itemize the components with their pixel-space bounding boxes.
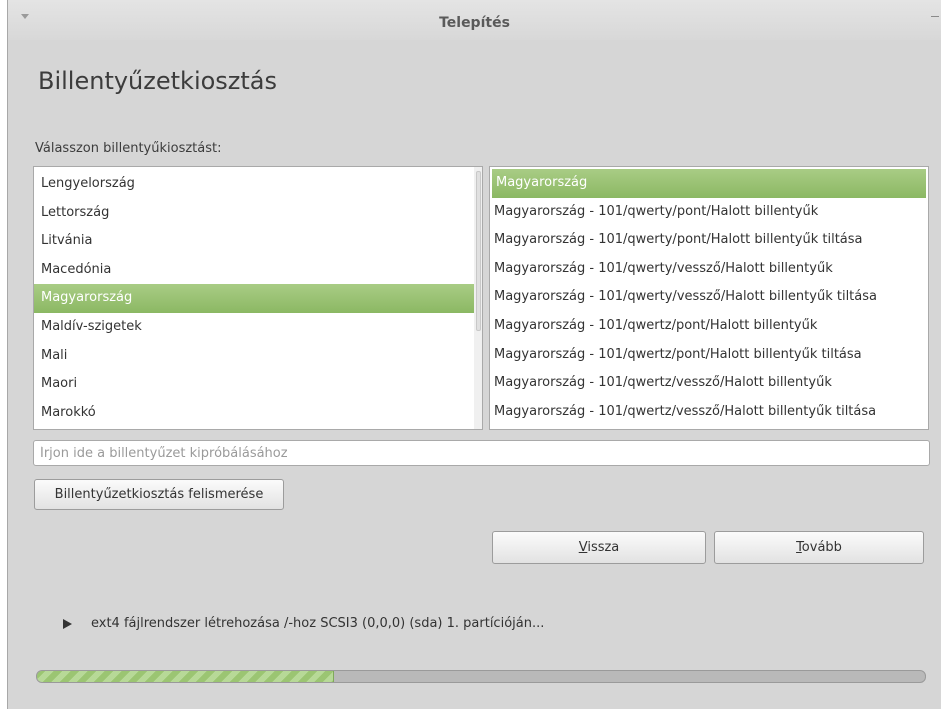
layout-list-item[interactable]: Maldív-szigetek <box>34 313 482 342</box>
keyboard-layout-list[interactable]: Lengyelország Lettország Litvánia Macedónia… <box>33 166 483 430</box>
layout-list-item[interactable]: Maori <box>34 370 482 399</box>
layout-list-item[interactable]: Litvánia <box>34 227 482 256</box>
scrollbar-thumb[interactable] <box>476 171 481 331</box>
variant-list-item[interactable]: Magyarország - 101/qwerty/pont/Halott bi… <box>490 198 928 227</box>
variant-list-item[interactable]: Magyarország - 101/qwertz/pont/Halott bi… <box>490 312 928 341</box>
detect-layout-button[interactable]: Billentyűzetkiosztás felismerése <box>34 479 284 510</box>
progress-fill <box>37 671 335 682</box>
layout-list-item[interactable]: Lettország <box>34 199 482 228</box>
progress-bar <box>36 670 926 683</box>
variant-list-item[interactable]: Magyarország - 101/qwerty/pont/Halott bi… <box>490 226 928 255</box>
status-text: ext4 fájlrendszer létrehozása /-hoz SCSI… <box>91 616 545 631</box>
layout-list-scrollbar[interactable] <box>474 167 482 429</box>
variant-list-item[interactable]: Magyarország - 101/qwerty/vessző/Halott … <box>490 283 928 312</box>
next-label: ovább <box>801 540 842 555</box>
layout-list-item[interactable]: Mali <box>34 342 482 371</box>
title-bar[interactable]: Telepítés <box>8 0 941 40</box>
variant-list-item[interactable]: Magyarország <box>492 169 926 198</box>
back-button[interactable]: Vissza <box>492 531 706 564</box>
layout-list-item[interactable]: Lengyelország <box>34 170 482 199</box>
variant-list-item[interactable]: Magyarország - 101/qwertz/vessző/Halott … <box>490 369 928 398</box>
installer-window: Telepítés Billentyűzetkiosztás Válasszon… <box>7 0 941 709</box>
back-label: issza <box>587 540 620 555</box>
page-title: Billentyűzetkiosztás <box>38 67 278 95</box>
variant-list-item[interactable]: Magyarország - 101/qwerty/vessző/Halott … <box>490 255 928 284</box>
layout-list-item[interactable]: Macedónia <box>34 256 482 285</box>
variant-list-item[interactable]: Magyarország - 101/qwertz/vessző/Halott … <box>490 398 928 427</box>
layout-prompt-label: Válasszon billentyűkiosztást: <box>35 141 222 156</box>
minimize-icon[interactable] <box>931 16 939 17</box>
status-row: ext4 fájlrendszer létrehozása /-hoz SCSI… <box>63 616 544 631</box>
layout-list-item[interactable]: Marokkó <box>34 399 482 428</box>
variant-list-item[interactable]: Magyarország - 101/qwertz/pont/Halott bi… <box>490 341 928 370</box>
layout-list-item[interactable]: Magyarország <box>34 284 476 313</box>
expander-triangle-icon[interactable] <box>63 618 72 629</box>
keyboard-test-input[interactable] <box>33 440 930 466</box>
window-title: Telepítés <box>439 15 510 31</box>
keyboard-variant-list[interactable]: Magyarország Magyarország - 101/qwerty/po… <box>489 166 929 430</box>
next-button[interactable]: Tovább <box>714 531 924 564</box>
